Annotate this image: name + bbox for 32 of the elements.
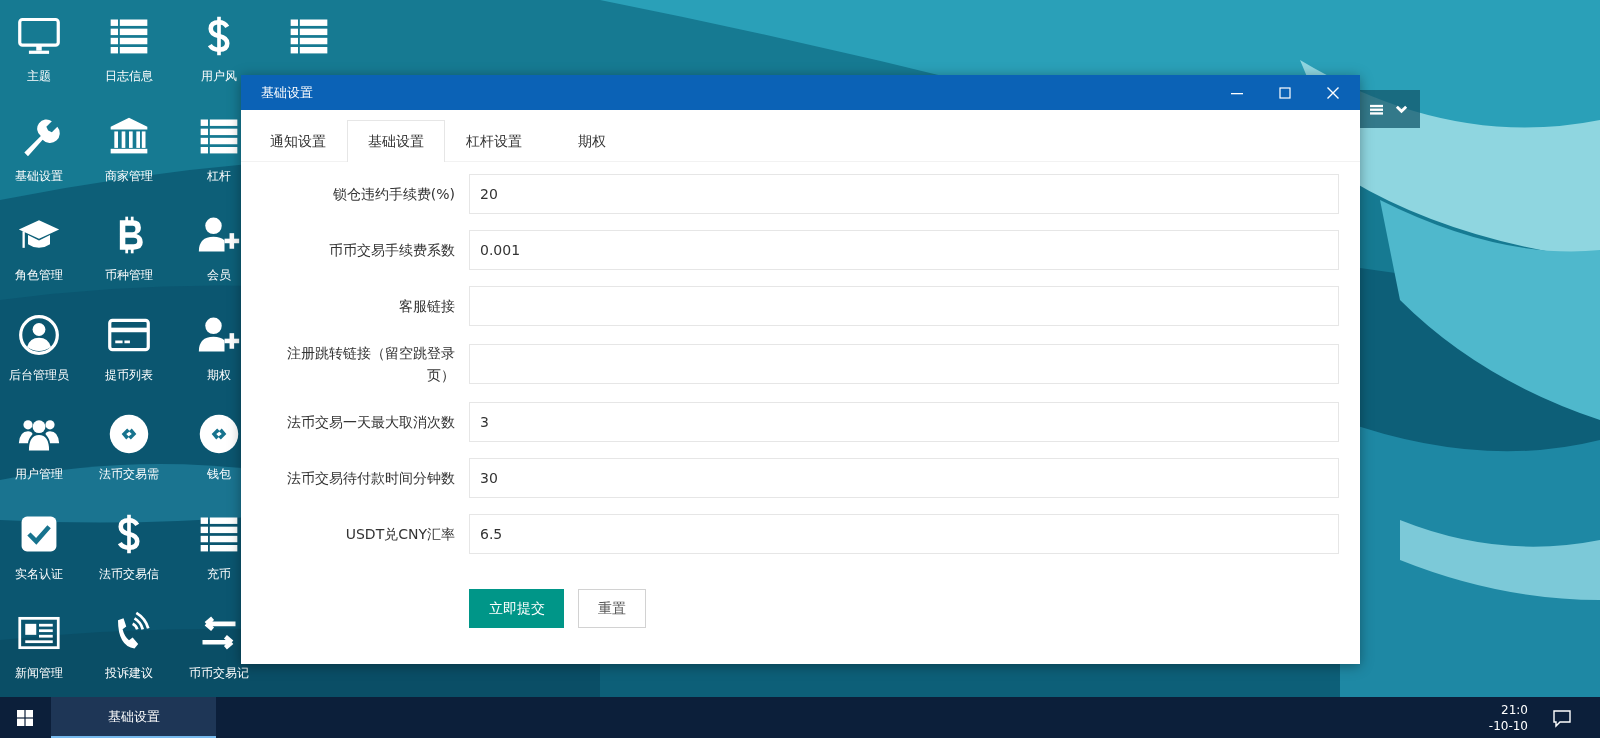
field-label: 法币交易一天最大取消次数 <box>286 413 456 432</box>
tab[interactable]: 杠杆设置 <box>445 120 543 162</box>
field-label: 法币交易待付款时间分钟数 <box>286 469 456 488</box>
input-field[interactable] <box>469 286 1339 326</box>
maximize-icon[interactable] <box>1278 85 1292 100</box>
tab[interactable]: 通知设置 <box>249 120 347 162</box>
submit-button[interactable]: 立即提交 <box>469 589 564 628</box>
field-label: 注册跳转链接（留空跳登录页） <box>286 344 456 385</box>
link-circle-icon <box>107 412 151 456</box>
link-circle-icon <box>197 412 241 456</box>
chat-bubble-icon[interactable] <box>1552 707 1572 728</box>
input-field[interactable]: 20 <box>469 174 1339 214</box>
close-icon[interactable] <box>1326 85 1340 100</box>
input-field[interactable]: 30 <box>469 458 1339 498</box>
input-field[interactable]: 3 <box>469 402 1339 442</box>
user-circle-icon <box>17 312 61 357</box>
field-label: 锁仓违约手续费(%) <box>331 185 456 204</box>
field-label: 客服链接 <box>398 297 456 316</box>
input-field[interactable] <box>469 344 1339 384</box>
window-title: 基础设置 <box>261 83 314 102</box>
field-label: USDT兑CNY汇率 <box>344 525 456 544</box>
windows-start-icon[interactable] <box>17 709 33 726</box>
menu-icon[interactable] <box>1370 102 1383 116</box>
input-field[interactable]: 0.001 <box>469 230 1339 270</box>
tab[interactable]: 期权 <box>543 120 641 162</box>
clock-date: -10-10 <box>1488 717 1528 734</box>
input-field[interactable]: 6.5 <box>469 514 1339 554</box>
clock-time: 21:0 <box>1501 701 1528 718</box>
field-label: 币币交易手续费系数 <box>328 241 456 260</box>
tab[interactable]: 基础设置 <box>347 120 445 162</box>
taskbar-item[interactable]: 基础设置 <box>51 697 216 738</box>
reset-button[interactable]: 重置 <box>578 589 646 628</box>
